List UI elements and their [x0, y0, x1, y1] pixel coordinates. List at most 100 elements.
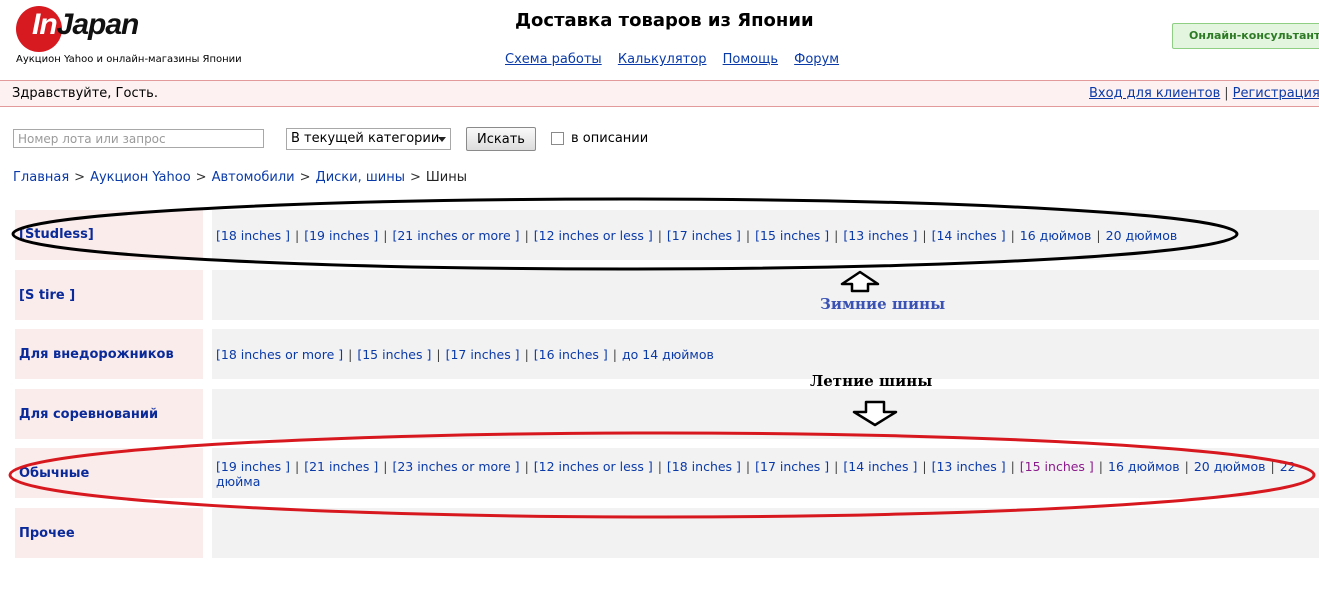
link-separator: | [1098, 459, 1104, 474]
breadcrumb-cars[interactable]: Автомобили [212, 170, 295, 185]
breadcrumb-wheels-tires[interactable]: Диски, шины [316, 170, 405, 185]
link-separator: | [295, 228, 300, 243]
nav-link-help[interactable]: Помощь [723, 52, 778, 67]
category-links-cell [212, 270, 1319, 320]
size-link[interactable]: [12 inches or less ] [534, 228, 653, 243]
category-label-cell: Для соревнований [15, 389, 203, 439]
size-link[interactable]: [17 inches ] [667, 228, 741, 243]
link-separator: | [922, 459, 927, 474]
link-separator: | [436, 347, 441, 362]
link-separator: | [1184, 459, 1189, 474]
link-separator: | [1010, 459, 1015, 474]
size-link[interactable]: [15 inches ] [755, 228, 829, 243]
size-link[interactable]: [13 inches ] [843, 228, 917, 243]
link-separator: | [745, 228, 751, 243]
category-label-cell: [Studless] [15, 210, 203, 260]
category-links-cell: [19 inches ] | [21 inches ] | [23 inches or … [212, 448, 1319, 498]
winter-tires-annotation: Зимние шины [820, 295, 946, 313]
link-separator: | [922, 228, 927, 243]
size-link[interactable]: [18 inches ] [667, 459, 741, 474]
link-separator: | [524, 347, 529, 362]
category-link[interactable]: [Studless] [19, 227, 94, 242]
category-links-cell [212, 389, 1319, 439]
size-link[interactable]: [16 inches ] [534, 347, 608, 362]
size-link[interactable]: 16 дюймов [1020, 228, 1092, 243]
category-label-cell: [S tire ] [15, 270, 203, 320]
link-separator: | [612, 347, 617, 362]
size-link[interactable]: [21 inches ] [304, 459, 378, 474]
logo-subtitle: Аукцион Yahoo и онлайн-магазины Японии [16, 54, 242, 65]
size-link[interactable]: [19 inches ] [216, 459, 290, 474]
category-link[interactable]: Прочее [19, 526, 75, 541]
breadcrumb-yahoo-auction[interactable]: Аукцион Yahoo [90, 170, 191, 185]
logo[interactable]: InJapan Аукцион Yahoo и онлайн-магазины … [16, 6, 256, 66]
link-separator: | [383, 459, 388, 474]
size-link[interactable]: [15 inches ] [357, 347, 431, 362]
nav-link-scheme[interactable]: Схема работы [505, 52, 602, 67]
search-input[interactable] [13, 129, 264, 148]
link-separator: | [524, 459, 529, 474]
size-link[interactable]: [14 inches ] [932, 228, 1006, 243]
size-link[interactable]: 20 дюймов [1194, 459, 1266, 474]
size-link[interactable]: [18 inches ] [216, 228, 290, 243]
size-link[interactable]: [17 inches ] [446, 347, 520, 362]
link-separator: | [834, 459, 839, 474]
size-link[interactable]: [14 inches ] [843, 459, 917, 474]
category-link[interactable]: [S tire ] [19, 288, 75, 303]
size-link[interactable]: [21 inches or more ] [392, 228, 519, 243]
size-links: [18 inches or more ] | [15 inches ] | [17 in… [216, 347, 1316, 362]
link-separator: | [1270, 459, 1275, 474]
logo-wordmark: InJapan [32, 8, 139, 41]
link-separator: | [1010, 228, 1015, 243]
breadcrumb: Главная > Аукцион Yahoo > Автомобили > Диски, … [13, 170, 468, 185]
register-link[interactable]: Регистрация [1233, 86, 1319, 101]
breadcrumb-home[interactable]: Главная [13, 170, 69, 185]
size-link[interactable]: 20 дюймов [1106, 228, 1178, 243]
nav-link-calculator[interactable]: Калькулятор [618, 52, 707, 67]
link-separator: | [745, 459, 751, 474]
link-separator: | [834, 228, 839, 243]
greeting-bar: Здравствуйте, Гость. Вход для клиентов | Р… [0, 80, 1319, 107]
link-separator: | [295, 459, 300, 474]
size-link[interactable]: [15 inches ] [1020, 459, 1094, 474]
link-separator: | [348, 347, 353, 362]
auth-separator: | [1224, 86, 1229, 101]
online-consultant-button[interactable]: Онлайн-консультант [1172, 23, 1319, 49]
size-link[interactable]: до 14 дюймов [622, 347, 714, 362]
category-link[interactable]: Обычные [19, 466, 89, 481]
search-button[interactable]: Искать [466, 127, 536, 151]
size-link[interactable]: [17 inches ] [755, 459, 829, 474]
category-label-cell: Для внедорожников [15, 329, 203, 379]
size-link[interactable]: [12 inches or less ] [534, 459, 653, 474]
link-separator: | [383, 228, 388, 243]
size-link[interactable]: 16 дюймов [1108, 459, 1180, 474]
link-separator: | [524, 228, 529, 243]
nav-link-forum[interactable]: Форум [794, 52, 839, 67]
category-links-cell: [18 inches or more ] | [15 inches ] | [17 in… [212, 329, 1319, 379]
link-separator: | [657, 459, 662, 474]
category-links-cell [212, 508, 1319, 558]
search-scope-select[interactable]: В текущей категории [286, 128, 451, 150]
in-description-checkbox[interactable] [551, 132, 564, 145]
category-label-cell: Прочее [15, 508, 203, 558]
top-navigation: Схема работы Калькулятор Помощь Форум [505, 52, 851, 67]
size-links: [18 inches ] | [19 inches ] | [21 inches or … [216, 228, 1316, 243]
category-link[interactable]: Для внедорожников [19, 347, 174, 362]
category-link[interactable]: Для соревнований [19, 407, 158, 422]
size-link[interactable]: [18 inches or more ] [216, 347, 343, 362]
breadcrumb-current: Шины [425, 170, 468, 185]
page-title: Доставка товаров из Японии [515, 10, 814, 31]
login-link[interactable]: Вход для клиентов [1089, 86, 1220, 101]
greeting-text: Здравствуйте, Гость. [12, 86, 158, 101]
link-separator: | [657, 228, 662, 243]
in-description-label: в описании [571, 131, 649, 146]
auth-links: Вход для клиентов | Регистрация [1089, 86, 1319, 101]
size-link[interactable]: [13 inches ] [932, 459, 1006, 474]
size-link[interactable]: [19 inches ] [304, 228, 378, 243]
chevron-down-icon [438, 137, 446, 142]
link-separator: | [1096, 228, 1101, 243]
category-links-cell: [18 inches ] | [19 inches ] | [21 inches or … [212, 210, 1319, 260]
search-scope-value: В текущей категории [291, 131, 440, 146]
size-link[interactable]: [23 inches or more ] [392, 459, 519, 474]
size-links: [19 inches ] | [21 inches ] | [23 inches or … [216, 459, 1316, 489]
